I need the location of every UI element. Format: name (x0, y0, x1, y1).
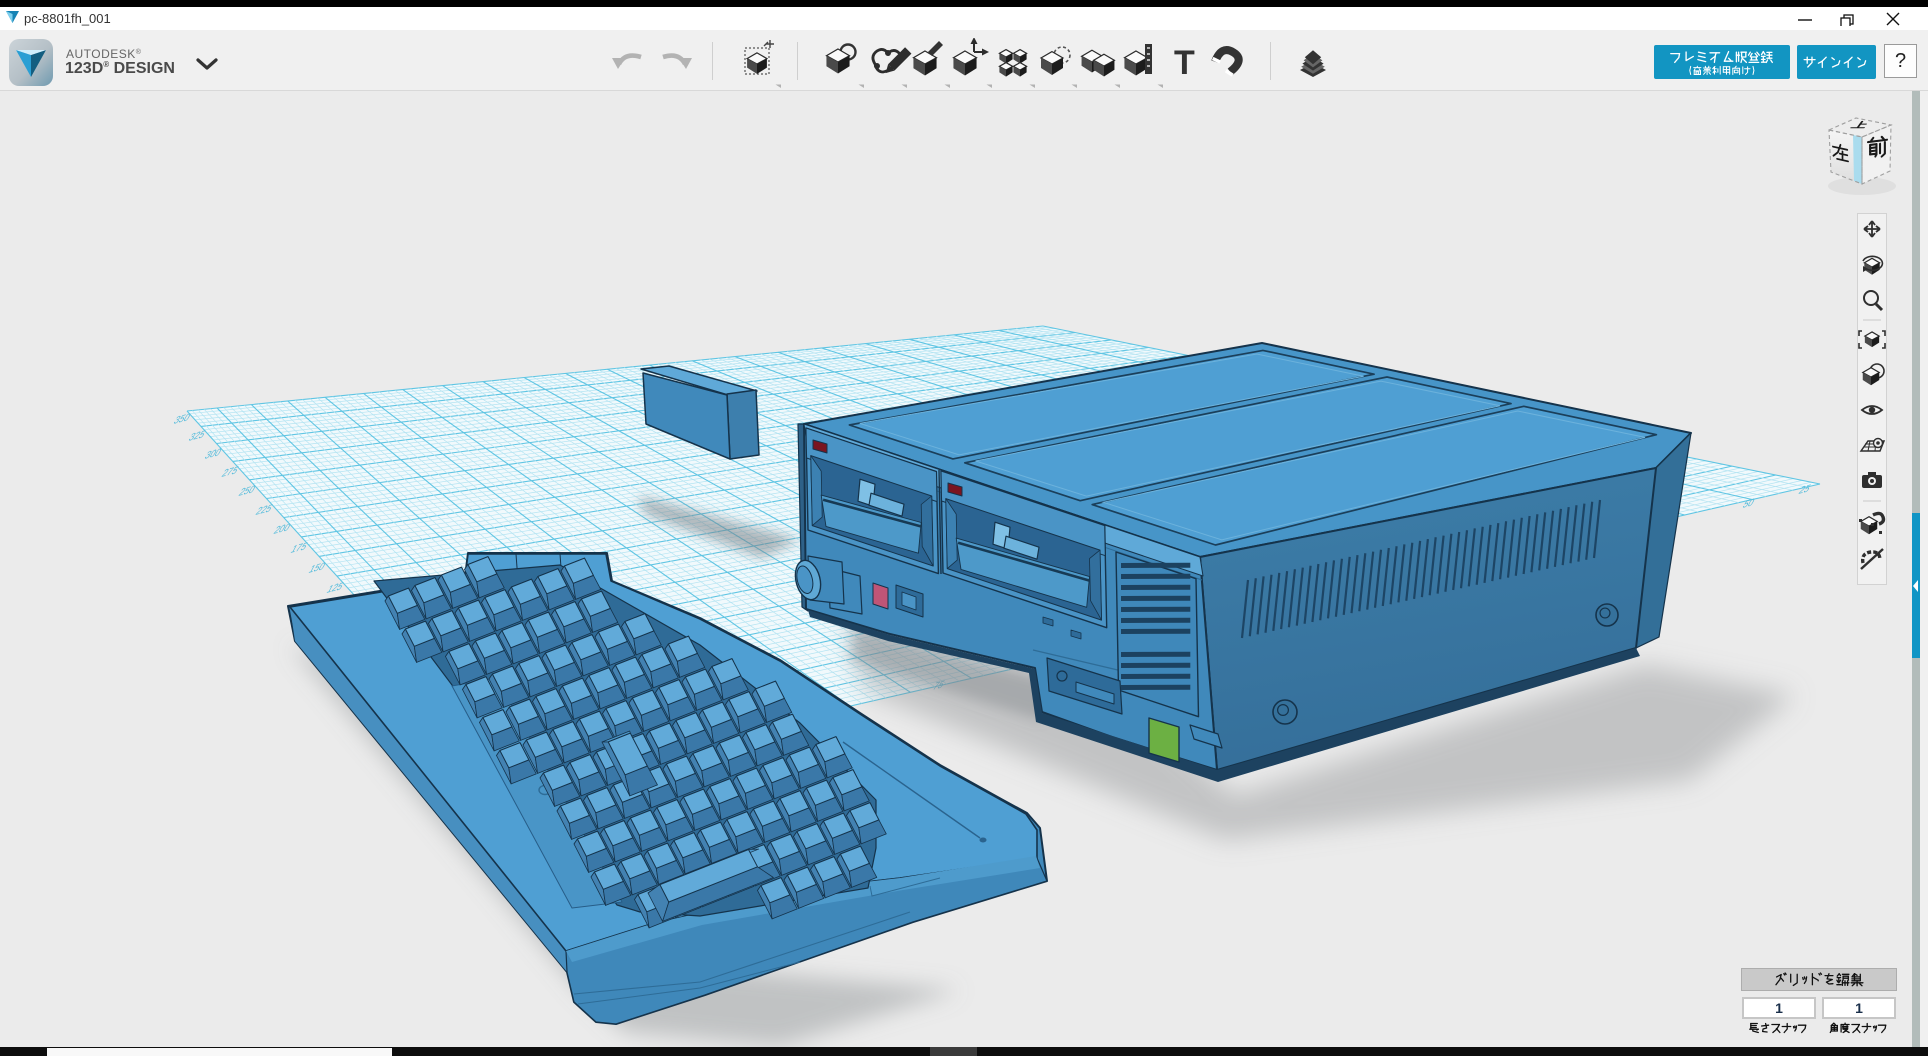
svg-text:T: T (1174, 44, 1195, 82)
svg-text:350: 350 (171, 411, 192, 427)
svg-text:275: 275 (219, 464, 240, 480)
svg-text:225: 225 (253, 502, 274, 518)
svg-text:175: 175 (288, 540, 309, 556)
svg-text:250: 250 (236, 483, 257, 499)
svg-text:300: 300 (202, 446, 223, 462)
svg-text:325: 325 (186, 428, 207, 444)
svg-text:125: 125 (324, 580, 345, 596)
svg-text:200: 200 (271, 521, 292, 537)
svg-text:150: 150 (306, 560, 327, 576)
